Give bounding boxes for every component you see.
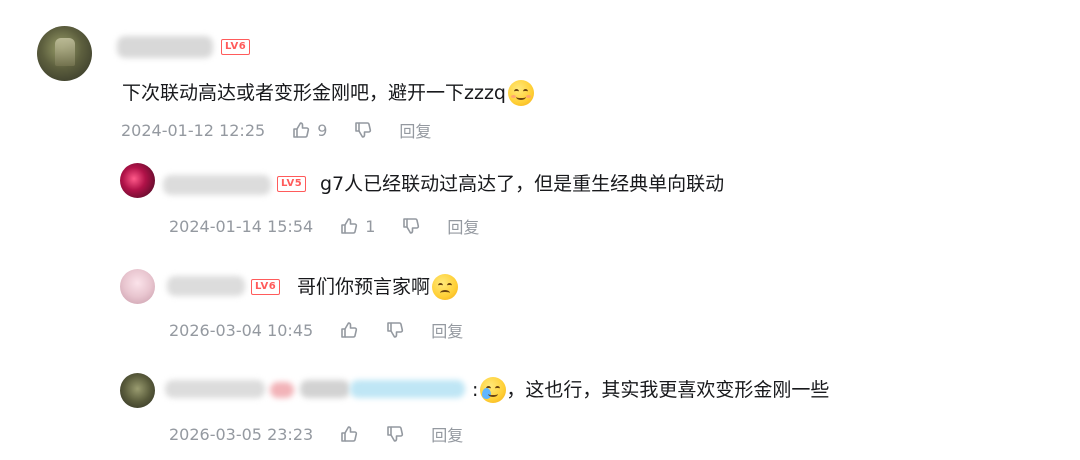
comment-body: 下次联动高达或者变形金刚吧，避开一下zzzq (122, 82, 506, 104)
avatar[interactable] (120, 163, 155, 198)
cry-emoji-icon (480, 377, 507, 403)
dislike-button[interactable] (353, 120, 373, 140)
doubt-emoji-icon (432, 274, 459, 300)
level-badge: LV6 (251, 279, 281, 295)
reply-body: ，这也行，其实我更喜欢变形金刚一些 (506, 379, 830, 401)
thumbs-up-icon (293, 122, 310, 138)
reply-date: 2024-01-14 15:54 (169, 216, 314, 236)
reply-text: : ，这也行，其实我更喜欢变形金刚一些 (472, 377, 829, 403)
like-button[interactable]: 1 (339, 216, 375, 236)
reply-date: 2026-03-05 23:23 (169, 424, 314, 444)
thumbs-up-icon (341, 218, 358, 234)
like-count: 1 (365, 216, 376, 236)
username-blurred[interactable] (167, 276, 245, 296)
thumbs-up-icon (341, 322, 358, 338)
dislike-button[interactable] (401, 216, 421, 236)
reply-body: g7人已经联动过高达了，但是重生经典单向联动 (320, 173, 725, 195)
reply-button[interactable]: 回复 (447, 214, 479, 238)
reply-text: 哥们你预言家啊 (297, 274, 459, 300)
avatar[interactable] (120, 269, 155, 304)
like-count: 9 (317, 120, 328, 140)
reply-meta: 2024-01-14 15:54 1 回复 (169, 214, 479, 238)
comment-text: 下次联动高达或者变形金刚吧，避开一下zzzq (122, 80, 534, 106)
thumbs-down-icon (387, 426, 404, 442)
reply-button[interactable]: 回复 (431, 422, 463, 446)
smile-emoji-icon (507, 80, 534, 106)
reply-target-blurred (270, 382, 294, 398)
reply-button[interactable]: 回复 (399, 118, 431, 142)
avatar[interactable] (120, 373, 155, 408)
username-blurred[interactable] (117, 36, 213, 58)
comment-date: 2024-01-12 12:25 (121, 120, 266, 140)
username-blurred[interactable] (163, 175, 271, 195)
comment-meta: 2024-01-12 12:25 9 回复 (121, 118, 431, 142)
like-button[interactable] (339, 320, 359, 340)
level-badge: LV6 (221, 39, 251, 55)
thumbs-down-icon (387, 322, 404, 338)
reply-meta: 2026-03-05 23:23 回复 (169, 422, 463, 446)
level-badge: LV5 (277, 176, 307, 192)
avatar[interactable] (37, 26, 92, 81)
username-blurred[interactable] (165, 380, 265, 398)
reply-meta: 2026-03-04 10:45 回复 (169, 318, 463, 342)
reply-body: 哥们你预言家啊 (297, 276, 431, 298)
reply-text: g7人已经联动过高达了，但是重生经典单向联动 (320, 172, 724, 196)
thumbs-down-icon (355, 122, 372, 138)
like-button[interactable] (339, 424, 359, 444)
reply-target-blurred (300, 380, 350, 398)
dislike-button[interactable] (385, 320, 405, 340)
dislike-button[interactable] (385, 424, 405, 444)
reply-target-blurred[interactable] (350, 380, 465, 398)
like-button[interactable]: 9 (291, 120, 327, 140)
thumbs-up-icon (341, 426, 358, 442)
thumbs-down-icon (403, 218, 420, 234)
reply-button[interactable]: 回复 (431, 318, 463, 342)
reply-prefix: : (472, 379, 479, 401)
reply-date: 2026-03-04 10:45 (169, 320, 314, 340)
